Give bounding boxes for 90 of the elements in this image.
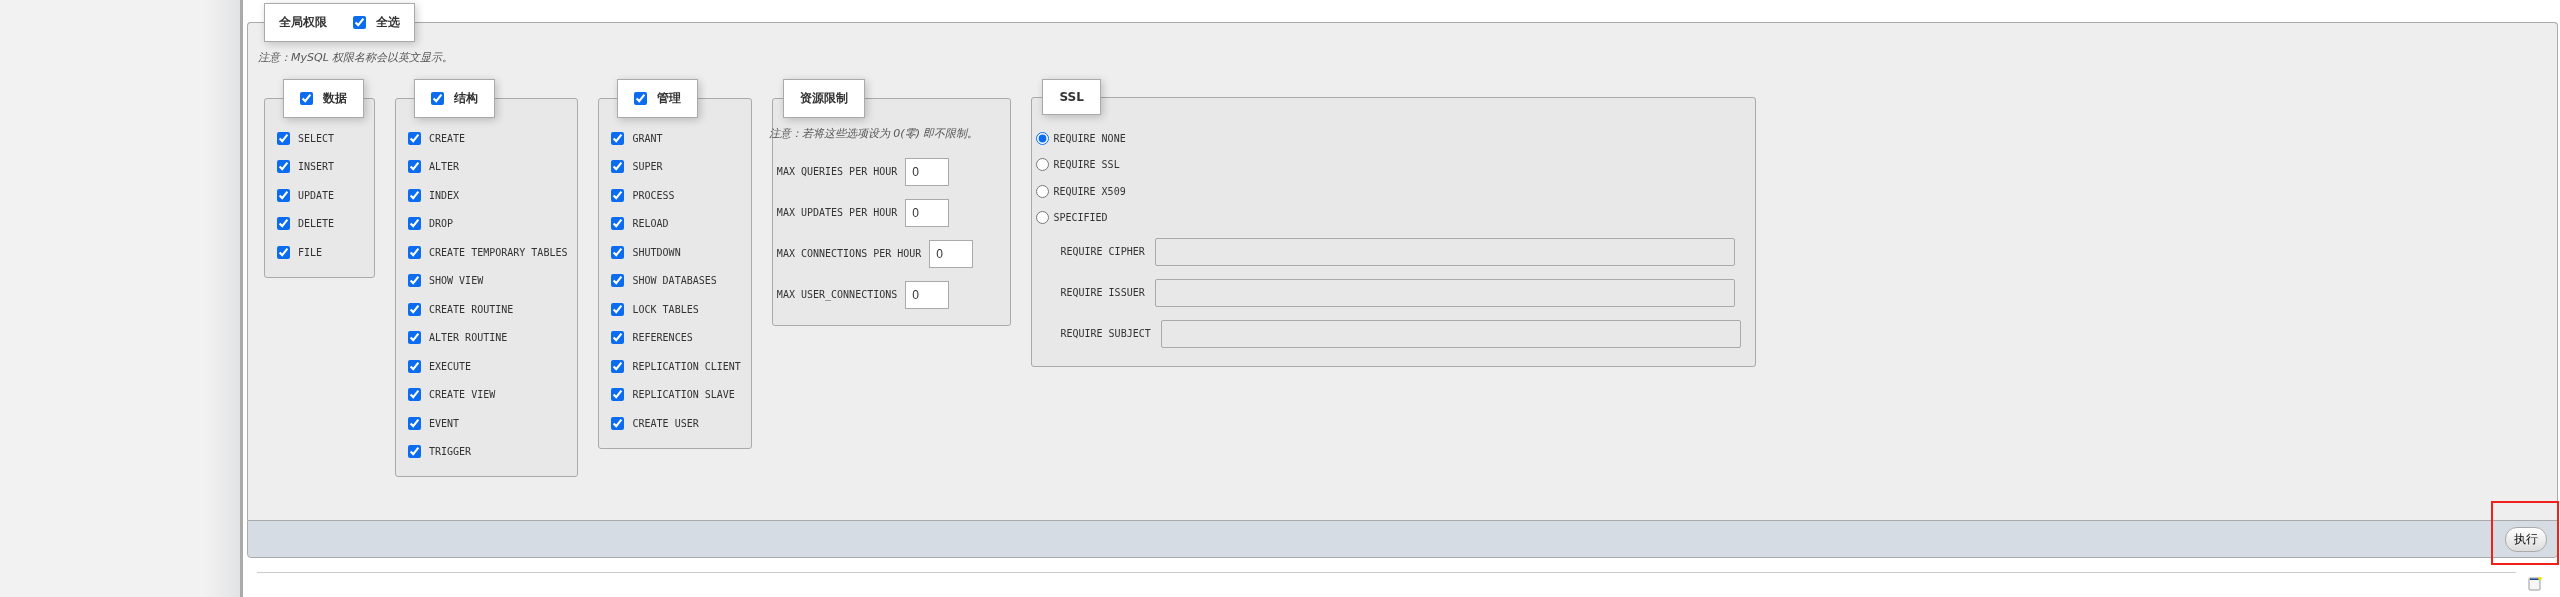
- input-field[interactable]: 0: [929, 239, 974, 268]
- checkbox[interactable]: [408, 274, 421, 288]
- privilege-label[interactable]: RELOAD: [632, 218, 669, 230]
- select-all-label[interactable]: 全选: [376, 14, 400, 31]
- privilege-label[interactable]: SHOW DATABASES: [632, 275, 717, 287]
- privilege-label[interactable]: INSERT: [298, 161, 335, 173]
- checkbox[interactable]: [277, 245, 290, 259]
- note-text: 注意：MySQL 权限名称会以英文显示。: [258, 50, 455, 65]
- field-label: MAX USER_CONNECTIONS: [776, 289, 898, 300]
- checkbox[interactable]: [634, 92, 648, 105]
- checkbox[interactable]: [611, 274, 625, 288]
- checkbox[interactable]: [408, 160, 421, 174]
- privilege-label[interactable]: REPLICATION SLAVE: [632, 389, 735, 401]
- checkbox[interactable]: [611, 160, 625, 174]
- privilege-label[interactable]: REFERENCES: [632, 332, 693, 344]
- privilege-label[interactable]: CREATE: [429, 132, 466, 144]
- input-field[interactable]: 0: [905, 157, 950, 186]
- window-icon: [2528, 576, 2542, 591]
- checkbox[interactable]: [611, 388, 625, 402]
- checkbox[interactable]: [611, 331, 625, 345]
- group-title[interactable]: 数据: [323, 90, 347, 107]
- privilege-label[interactable]: FILE: [298, 246, 323, 258]
- checkbox[interactable]: [277, 131, 290, 145]
- privilege-label[interactable]: EVENT: [429, 417, 460, 429]
- checkbox[interactable]: [353, 16, 366, 29]
- field-label: MAX CONNECTIONS PER HOUR: [776, 248, 922, 259]
- privilege-label[interactable]: PROCESS: [632, 189, 675, 201]
- radio-button[interactable]: [1036, 184, 1050, 198]
- radio-button[interactable]: [1036, 131, 1050, 145]
- privilege-label[interactable]: DROP: [429, 218, 454, 230]
- radio-label[interactable]: REQUIRE NONE: [1053, 132, 1126, 144]
- privilege-label[interactable]: REPLICATION CLIENT: [632, 360, 741, 372]
- checkbox[interactable]: [408, 416, 421, 430]
- privilege-label[interactable]: DELETE: [298, 218, 335, 230]
- checkbox[interactable]: [408, 245, 421, 259]
- privilege-label[interactable]: TRIGGER: [429, 446, 472, 458]
- radio-label[interactable]: REQUIRE X509: [1053, 185, 1126, 197]
- privilege-label[interactable]: ALTER: [429, 161, 460, 173]
- checkbox[interactable]: [611, 245, 625, 259]
- checkbox[interactable]: [611, 188, 625, 202]
- privilege-label[interactable]: SUPER: [632, 161, 663, 173]
- checkbox[interactable]: [408, 188, 421, 202]
- checkbox[interactable]: [611, 416, 625, 430]
- group-title[interactable]: 管理: [657, 90, 682, 107]
- checkbox[interactable]: [408, 359, 421, 373]
- privilege-label[interactable]: CREATE ROUTINE: [429, 303, 514, 315]
- checkbox[interactable]: [277, 188, 290, 202]
- input-field[interactable]: 0: [905, 280, 950, 309]
- privilege-label[interactable]: LOCK TABLES: [632, 303, 699, 315]
- radio-button[interactable]: [1036, 158, 1050, 172]
- checkbox[interactable]: [408, 302, 421, 316]
- field-label: MAX UPDATES PER HOUR: [776, 207, 898, 218]
- field-label: REQUIRE SUBJECT: [1060, 328, 1151, 339]
- checkbox[interactable]: [611, 131, 625, 145]
- checkbox[interactable]: [300, 92, 313, 105]
- checkbox[interactable]: [408, 131, 421, 145]
- checkbox[interactable]: [611, 359, 625, 373]
- privilege-label[interactable]: CREATE USER: [632, 417, 699, 429]
- checkbox[interactable]: [408, 388, 421, 402]
- privilege-label[interactable]: SHUTDOWN: [632, 246, 681, 258]
- checkbox[interactable]: [611, 217, 625, 231]
- checkbox[interactable]: [277, 160, 290, 174]
- radio-label[interactable]: REQUIRE SSL: [1053, 159, 1120, 171]
- checkbox[interactable]: [408, 331, 421, 345]
- privilege-label[interactable]: UPDATE: [298, 189, 335, 201]
- radio-label[interactable]: SPECIFIED: [1053, 212, 1108, 224]
- checkbox[interactable]: [408, 217, 421, 231]
- privilege-label[interactable]: CREATE VIEW: [429, 389, 496, 401]
- checkbox[interactable]: [431, 92, 444, 105]
- legend-title: 资源限制: [782, 79, 865, 118]
- privilege-label[interactable]: SELECT: [298, 132, 335, 144]
- checkbox[interactable]: [611, 302, 625, 316]
- checkbox[interactable]: [277, 217, 290, 231]
- privilege-label[interactable]: EXECUTE: [429, 360, 472, 372]
- execute-button[interactable]: 执行: [2505, 526, 2547, 552]
- field-label: MAX QUERIES PER HOUR: [776, 166, 898, 177]
- note-text: 注意：若将这些选项设为 0(零) 即不限制。: [768, 126, 979, 141]
- privilege-label[interactable]: INDEX: [429, 189, 460, 201]
- radio-button[interactable]: [1036, 211, 1050, 225]
- privilege-label[interactable]: ALTER ROUTINE: [429, 332, 508, 344]
- checkbox[interactable]: [408, 445, 421, 459]
- privilege-label[interactable]: CREATE TEMPORARY TABLES: [429, 246, 568, 258]
- field-label: REQUIRE ISSUER: [1060, 287, 1145, 298]
- legend-title: 全局权限: [279, 14, 327, 31]
- privilege-label[interactable]: SHOW VIEW: [429, 275, 484, 287]
- privilege-label[interactable]: GRANT: [632, 132, 663, 144]
- field-label: REQUIRE CIPHER: [1060, 246, 1145, 257]
- input-field[interactable]: 0: [905, 198, 950, 227]
- legend-title: SSL: [1042, 79, 1101, 115]
- group-title[interactable]: 结构: [454, 90, 478, 107]
